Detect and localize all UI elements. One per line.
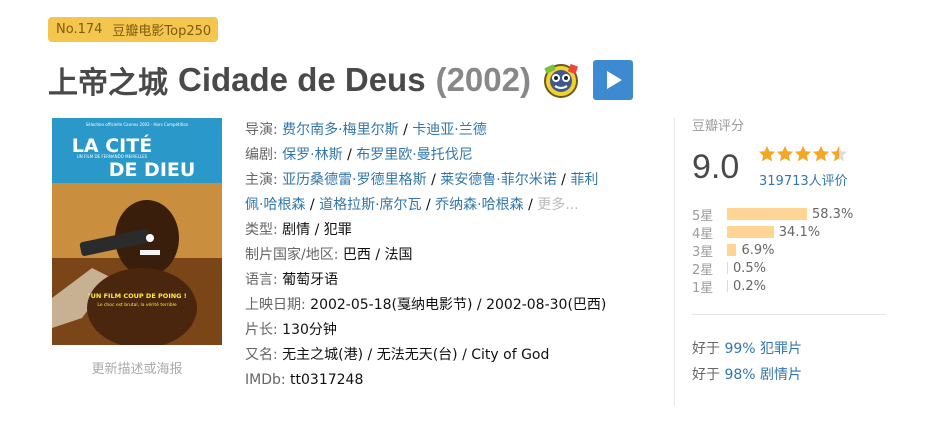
star-icon <box>813 146 829 162</box>
cast-more-link[interactable]: 更多... <box>537 197 578 213</box>
cast-link[interactable]: 莱安德鲁·菲尔米诺 <box>440 172 556 188</box>
rating-dist-percent: 58.3% <box>812 206 854 222</box>
genre-value: 剧情 <box>282 222 311 238</box>
rating-dist-bar <box>727 208 807 220</box>
language-label: 语言: <box>245 272 278 288</box>
play-button[interactable] <box>592 60 633 100</box>
better-than-percent[interactable]: 98% <box>724 367 755 383</box>
better-than-row: 好于 98% 剧情片 <box>692 367 803 383</box>
top250-rank-badge[interactable]: No.174 豆瓣电影Top250 <box>48 17 219 42</box>
release-row: 上映日期: 2002-05-18(戛纳电影节) / 2002-08-30(巴西) <box>245 297 607 313</box>
cast-link[interactable]: 道格拉斯·席尔瓦 <box>319 197 421 213</box>
writer-row: 编剧: 保罗·林斯 / 布罗里欧·曼托伐尼 <box>245 147 473 163</box>
better-than-genre[interactable]: 犯罪片 <box>760 341 802 357</box>
region-value: 巴西 / 法国 <box>342 247 413 263</box>
rank-list-name: 豆瓣电影Top250 <box>112 24 212 39</box>
title-year: (2002) <box>435 61 531 98</box>
rating-label: 豆瓣评分 <box>692 119 745 134</box>
aka-label: 又名: <box>245 347 278 363</box>
aka-row: 又名: 无主之城(港) / 无法无天(台) / City of God <box>245 343 665 368</box>
rating-dist-bar <box>727 244 737 256</box>
rating-dist-percent: 0.2% <box>733 278 767 294</box>
rating-dist-percent: 34.1% <box>778 224 821 240</box>
poster-bottom-line2: Le choc est brutal, la vérité terrible <box>97 301 177 308</box>
language-value: 葡萄牙语 <box>282 272 339 288</box>
rating-dist-star: 5星 <box>692 208 714 224</box>
rating-dist-row: 4星 34.1% <box>692 223 887 242</box>
play-icon <box>606 71 622 89</box>
movie-poster[interactable]: Sélection officielle Cannes 2002 · Hors … <box>52 118 222 345</box>
better-than-row: 好于 99% 犯罪片 <box>692 341 803 357</box>
rating-dist-star: 4星 <box>692 226 714 242</box>
update-description-link[interactable]: 更新描述或海报 <box>52 358 222 377</box>
rating-dist-star: 3星 <box>692 244 714 260</box>
rating-dist-bar <box>727 226 774 238</box>
cast-link[interactable]: 佩·哈根森 <box>245 197 305 213</box>
release-label: 上映日期: <box>245 297 306 313</box>
language-row: 语言: 葡萄牙语 <box>245 268 665 293</box>
ticket-coin-icon[interactable] <box>541 60 581 100</box>
poster-top-text: Sélection officielle Cannes 2002 · Hors … <box>86 122 189 127</box>
region-label: 制片国家/地区: <box>245 247 339 263</box>
rating-stars <box>758 145 848 163</box>
rating-dist-row: 2星 0.5% <box>692 259 887 278</box>
horizontal-divider <box>692 314 886 315</box>
movie-title-row: 上帝之城 Cidade de Deus (2002) <box>48 56 633 104</box>
cast-link[interactable]: 乔纳森·哈根森 <box>435 197 523 213</box>
poster-title-line2: DE DIEU <box>109 159 196 181</box>
rank-number: No.174 <box>56 22 103 37</box>
release-date: 2002-08-30(巴西) <box>486 297 607 313</box>
rating-panel: 豆瓣评分 9.0 319713人评价 5星 58.3% 4星 34.1% 3星 6.9% 2… <box>692 118 887 318</box>
rating-distribution: 5星 58.3% 4星 34.1% 3星 6.9% 2星 0.5% 1星 0.2% <box>692 205 887 296</box>
rating-dist-star: 1星 <box>692 280 714 296</box>
better-than: 好于 99% 犯罪片 好于 98% 剧情片 <box>692 336 802 388</box>
star-icon <box>831 146 847 162</box>
poster-bottom-line1: "UN FILM COUP DE POING ! <box>87 292 187 300</box>
runtime-label: 片长: <box>245 322 278 338</box>
director-link[interactable]: 费尔南多·梅里尔斯 <box>282 122 398 138</box>
release-date: 2002-05-18(戛纳电影节) <box>310 297 473 313</box>
better-than-genre[interactable]: 剧情片 <box>760 367 802 383</box>
director-link[interactable]: 卡迪亚·兰德 <box>412 122 486 138</box>
cast-link[interactable]: 菲利 <box>570 172 598 188</box>
director-row: 导演: 费尔南多·梅里尔斯 / 卡迪亚·兰德 <box>245 122 487 138</box>
title-chinese: 上帝之城 <box>48 66 168 101</box>
rating-score: 9.0 <box>692 148 740 186</box>
rating-dist-row: 5星 58.3% <box>692 205 887 224</box>
aka-value: 无主之城(港) / 无法无天(台) / City of God <box>282 347 550 363</box>
rating-votes-link[interactable]: 319713人评价 <box>759 170 848 189</box>
title-original: Cidade de Deus <box>178 61 426 98</box>
imdb-row: IMDb: tt0317248 <box>245 368 665 393</box>
writer-link[interactable]: 布罗里欧·曼托伐尼 <box>356 147 472 163</box>
imdb-value: tt0317248 <box>290 372 364 388</box>
rating-dist-row: 3星 6.9% <box>692 241 887 260</box>
genre-label: 类型: <box>245 222 278 238</box>
director-label: 导演: <box>245 122 278 138</box>
runtime-value: 130分钟 <box>282 322 337 338</box>
genre-value: 犯罪 <box>323 222 352 238</box>
rating-dist-bar <box>727 262 728 274</box>
cast-link[interactable]: 亚历桑德雷·罗德里格斯 <box>282 172 426 188</box>
rating-dist-percent: 6.9% <box>741 242 775 258</box>
cast-row: 主演: 亚历桑德雷·罗德里格斯 / 莱安德鲁·菲尔米诺 / 菲利 <box>245 172 599 188</box>
imdb-label: IMDb: <box>245 372 286 388</box>
writer-link[interactable]: 保罗·林斯 <box>282 147 342 163</box>
rating-dist-percent: 0.5% <box>733 260 767 276</box>
rating-dist-bar <box>727 280 728 292</box>
rating-dist-row: 1星 0.2% <box>692 277 887 296</box>
star-icon <box>777 146 793 162</box>
cast-label: 主演: <box>245 172 278 188</box>
star-icon <box>795 146 811 162</box>
runtime-row: 片长: 130分钟 <box>245 318 665 343</box>
genre-row: 类型: 剧情 / 犯罪 <box>245 222 352 238</box>
cast-row-continued: 佩·哈根森 / 道格拉斯·席尔瓦 / 乔纳森·哈根森 / 更多... <box>245 197 579 213</box>
vertical-divider <box>674 118 675 406</box>
star-icon <box>759 146 775 162</box>
better-than-percent[interactable]: 99% <box>724 341 755 357</box>
rating-dist-star: 2星 <box>692 262 714 278</box>
writer-label: 编剧: <box>245 147 278 163</box>
region-row: 制片国家/地区: 巴西 / 法国 <box>245 243 665 268</box>
movie-info: 导演: 费尔南多·梅里尔斯 / 卡迪亚·兰德 编剧: 保罗·林斯 / 布罗里欧·… <box>245 118 665 393</box>
